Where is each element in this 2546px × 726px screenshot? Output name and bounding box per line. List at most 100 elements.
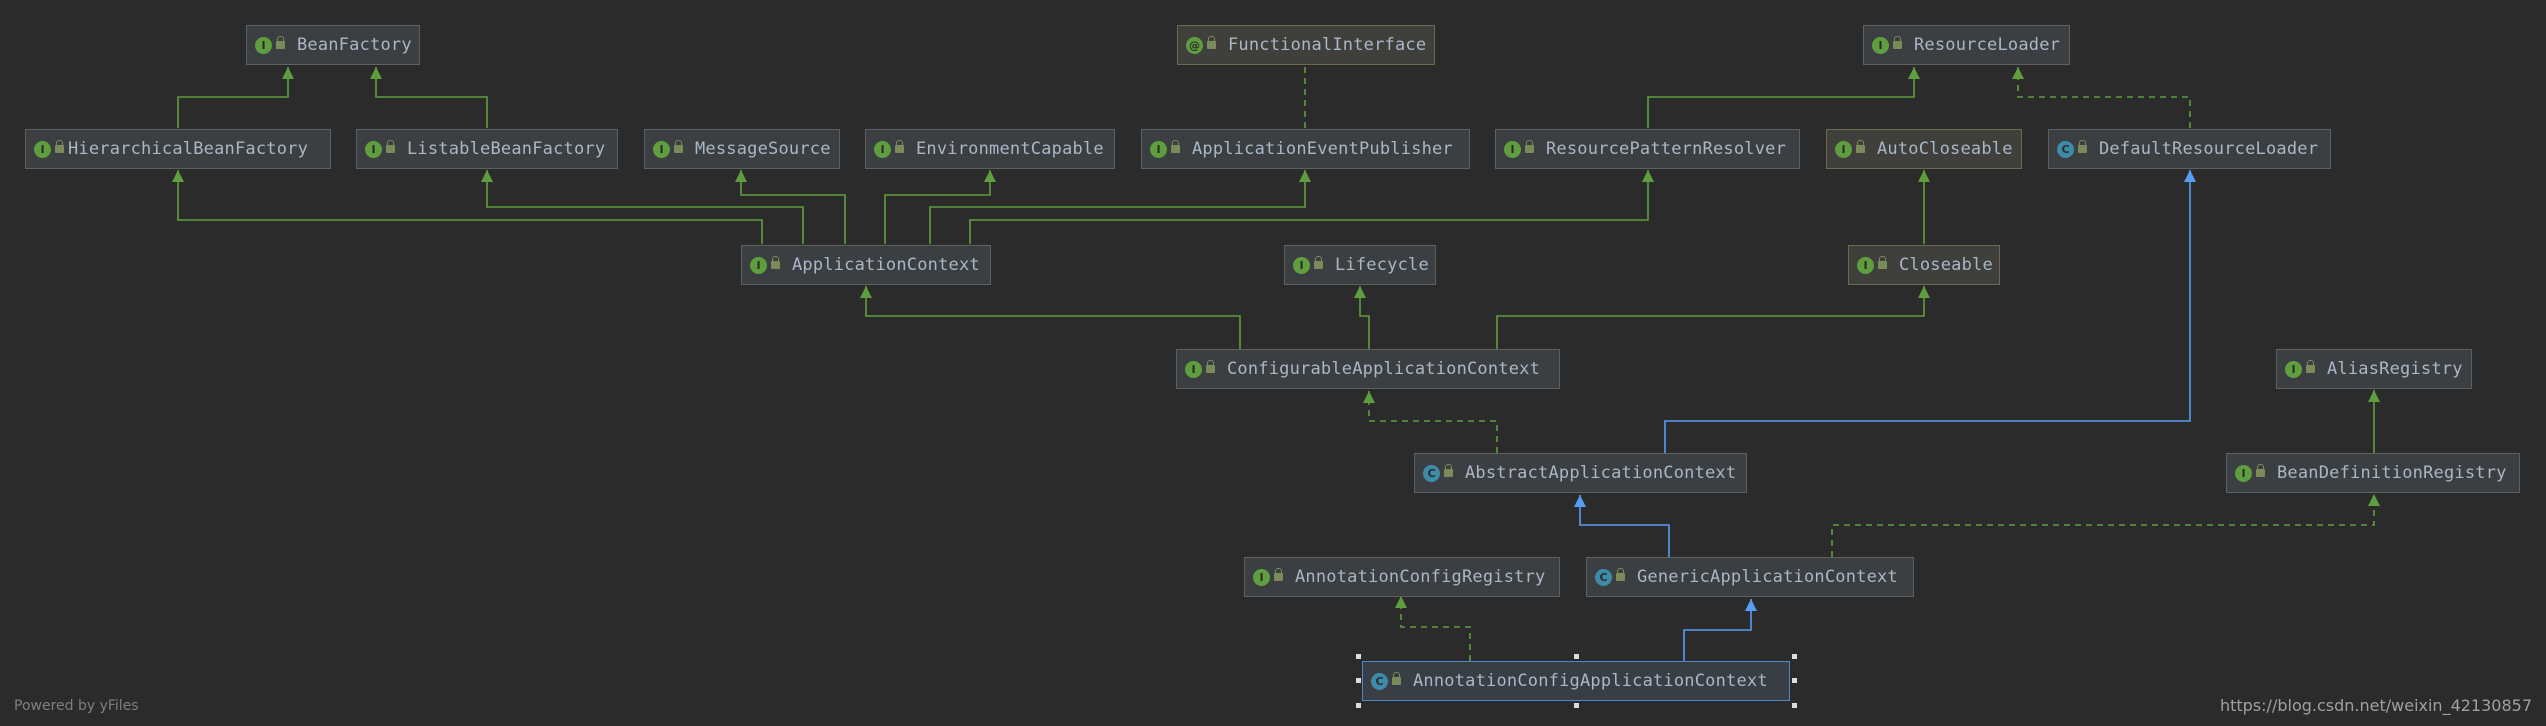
resize-handle[interactable]	[1356, 703, 1361, 708]
interface-icon: I	[2285, 360, 2302, 378]
node-label: Lifecycle	[1335, 255, 1429, 275]
edge-genericctx-to-beandefreg	[1831, 494, 2375, 557]
interface-icon: I	[1835, 140, 1852, 158]
node-label: ResourceLoader	[1914, 35, 2061, 55]
node-label: AliasRegistry	[2327, 359, 2463, 379]
lock-icon	[1206, 360, 1215, 373]
node-auto-closeable[interactable]: I AutoCloseable	[1826, 129, 2022, 169]
interface-icon: I	[255, 36, 272, 54]
node-application-event-publisher[interactable]: I ApplicationEventPublisher	[1141, 129, 1470, 169]
node-label: GenericApplicationContext	[1637, 567, 1898, 587]
node-label: AutoCloseable	[1877, 139, 2013, 159]
node-label: ApplicationContext	[792, 255, 980, 275]
node-default-resource-loader[interactable]: C DefaultResourceLoader	[2048, 129, 2331, 169]
interface-icon: I	[1293, 256, 1310, 274]
interface-icon: I	[1185, 360, 1202, 378]
node-annotation-config-application-context[interactable]: C AnnotationConfigApplicationContext	[1362, 661, 1790, 701]
lock-icon	[1314, 256, 1323, 269]
interface-icon: I	[653, 140, 670, 158]
edge-defaultloader-to-resourceloader	[2017, 67, 2191, 128]
annotation-icon: @	[1186, 36, 1203, 54]
edge-configctx-to-closeable	[1496, 286, 1925, 349]
lock-icon	[1893, 36, 1902, 49]
node-label: ListableBeanFactory	[407, 139, 606, 159]
node-label: MessageSource	[695, 139, 831, 159]
node-environment-capable[interactable]: I EnvironmentCapable	[865, 129, 1115, 169]
node-functional-interface[interactable]: @ FunctionalInterface	[1177, 25, 1435, 65]
interface-icon: I	[1857, 256, 1874, 274]
node-generic-application-context[interactable]: C GenericApplicationContext	[1586, 557, 1914, 597]
node-label: HierarchicalBeanFactory	[68, 139, 309, 159]
node-hierarchical-bean-factory[interactable]: I HierarchicalBeanFactory	[25, 129, 331, 169]
interface-icon: I	[1872, 36, 1889, 54]
edge-appctx-to-listable	[486, 170, 804, 244]
lock-icon	[2078, 140, 2087, 153]
node-label: FunctionalInterface	[1228, 35, 1427, 55]
node-configurable-application-context[interactable]: I ConfigurableApplicationContext	[1176, 349, 1560, 389]
edge-hierarchical-to-beanfactory	[177, 67, 289, 128]
lock-icon	[1171, 140, 1180, 153]
edge-abstractctx-to-defaultloader	[1664, 170, 2191, 453]
node-label: EnvironmentCapable	[916, 139, 1104, 159]
edge-genericctx-to-abstractctx	[1579, 495, 1670, 557]
interface-icon: I	[34, 140, 51, 158]
edge-configctx-to-appctx	[865, 286, 1241, 349]
resize-handle[interactable]	[1356, 654, 1361, 659]
lock-icon	[1856, 140, 1865, 153]
class-icon: C	[1371, 672, 1388, 690]
lock-icon	[2256, 464, 2265, 477]
lock-icon	[1274, 568, 1283, 581]
interface-icon: I	[750, 256, 767, 274]
lock-icon	[276, 36, 285, 49]
lock-icon	[1392, 672, 1401, 685]
interface-icon: I	[2235, 464, 2252, 482]
interface-icon: I	[874, 140, 891, 158]
resize-handle[interactable]	[1356, 678, 1361, 683]
node-label: ApplicationEventPublisher	[1192, 139, 1453, 159]
node-listable-bean-factory[interactable]: I ListableBeanFactory	[356, 129, 618, 169]
resize-handle[interactable]	[1792, 654, 1797, 659]
node-label: AnnotationConfigRegistry	[1295, 567, 1546, 587]
node-closeable[interactable]: I Closeable	[1848, 245, 2000, 285]
node-application-context[interactable]: I ApplicationContext	[741, 245, 991, 285]
edge-annoctx-to-annoregistry	[1400, 596, 1471, 661]
edge-abstractctx-to-configctx	[1368, 391, 1498, 453]
resize-handle[interactable]	[1574, 703, 1579, 708]
interface-icon: I	[1150, 140, 1167, 158]
lock-icon	[1207, 36, 1216, 49]
lock-icon	[771, 256, 780, 269]
edge-annoctx-to-genericctx	[1683, 599, 1752, 661]
edge-listable-to-beanfactory	[375, 67, 488, 128]
lock-icon	[1444, 464, 1453, 477]
abstract-class-icon: C	[1423, 464, 1440, 482]
lock-icon	[1525, 140, 1534, 153]
node-label: BeanDefinitionRegistry	[2277, 463, 2507, 483]
node-annotation-config-registry[interactable]: I AnnotationConfigRegistry	[1244, 557, 1560, 597]
node-label: AnnotationConfigApplicationContext	[1413, 671, 1768, 691]
uml-diagram-canvas[interactable]: I BeanFactory @ FunctionalInterface I Re…	[0, 0, 2546, 726]
resize-handle[interactable]	[1574, 654, 1579, 659]
node-label: DefaultResourceLoader	[2099, 139, 2319, 159]
interface-icon: I	[1253, 568, 1270, 586]
node-bean-definition-registry[interactable]: I BeanDefinitionRegistry	[2226, 453, 2520, 493]
node-label: Closeable	[1899, 255, 1993, 275]
watermark-text: https://blog.csdn.net/weixin_42130857	[2219, 696, 2532, 715]
interface-icon: I	[1504, 140, 1521, 158]
node-alias-registry[interactable]: I AliasRegistry	[2276, 349, 2472, 389]
resize-handle[interactable]	[1792, 678, 1797, 683]
resize-handle[interactable]	[1792, 703, 1797, 708]
node-lifecycle[interactable]: I Lifecycle	[1284, 245, 1436, 285]
lock-icon	[1616, 568, 1625, 581]
node-resource-pattern-resolver[interactable]: I ResourcePatternResolver	[1495, 129, 1800, 169]
node-bean-factory[interactable]: I BeanFactory	[246, 25, 420, 65]
node-message-source[interactable]: I MessageSource	[644, 129, 840, 169]
interface-icon: I	[365, 140, 382, 158]
lock-icon	[1878, 256, 1887, 269]
node-label: ConfigurableApplicationContext	[1227, 359, 1541, 379]
class-icon: C	[1595, 568, 1612, 586]
node-abstract-application-context[interactable]: C AbstractApplicationContext	[1414, 453, 1747, 493]
node-resource-loader[interactable]: I ResourceLoader	[1863, 25, 2070, 65]
lock-icon	[674, 140, 683, 153]
node-label: AbstractApplicationContext	[1465, 463, 1737, 483]
lock-icon	[55, 140, 64, 153]
